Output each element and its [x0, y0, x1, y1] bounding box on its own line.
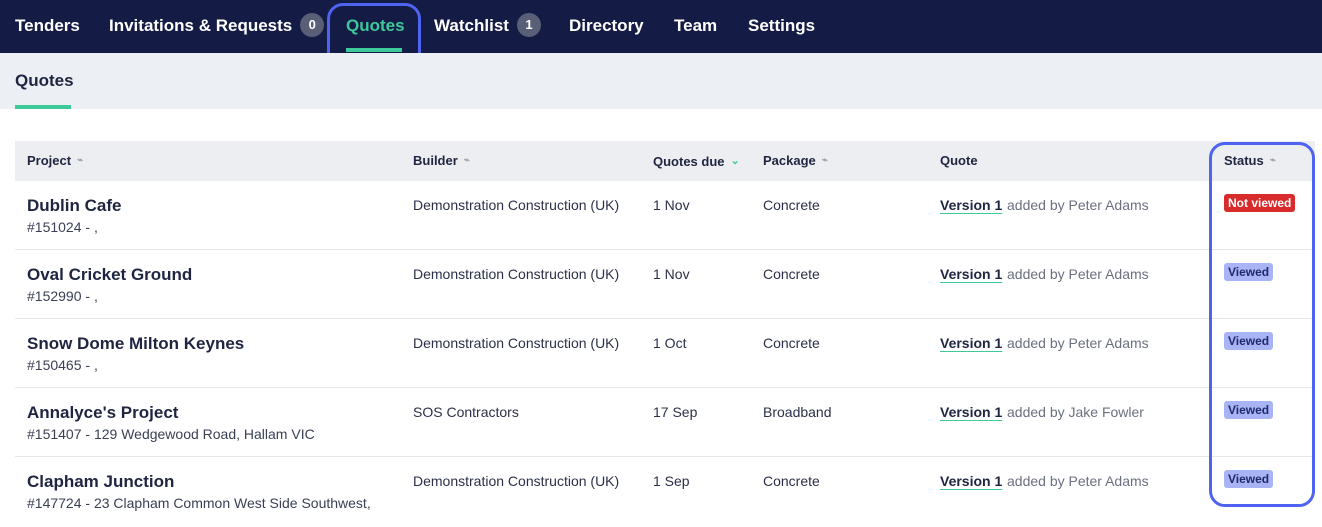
nav-settings[interactable]: Settings: [748, 0, 815, 53]
status-column-highlight: [1209, 142, 1315, 507]
sort-icon: ⌁: [463, 155, 470, 166]
quotes-due-header-label: Quotes due: [653, 154, 725, 169]
project-reference: #150465 - ,: [27, 357, 98, 373]
nav-watchlist[interactable]: Watchlist 1: [434, 0, 541, 53]
quote-version-link[interactable]: Version 1: [940, 266, 1002, 282]
column-header-builder[interactable]: Builder ⌁: [413, 141, 470, 181]
project-name[interactable]: Snow Dome Milton Keynes: [27, 334, 244, 354]
project-name[interactable]: Annalyce's Project: [27, 403, 178, 423]
quote-version-link[interactable]: Version 1: [940, 473, 1002, 489]
project-header-label: Project: [27, 153, 72, 168]
quotes-due-date: 1 Nov: [653, 197, 690, 213]
package-name: Concrete: [763, 473, 820, 489]
table-row[interactable]: Dublin Cafe #151024 - , Demonstration Co…: [15, 181, 1315, 250]
table-row[interactable]: Annalyce's Project #151407 - 129 Wedgewo…: [15, 388, 1315, 457]
builder-name: Demonstration Construction (UK): [413, 197, 620, 213]
quotes-due-date: 1 Sep: [653, 473, 690, 489]
column-header-quotes-due[interactable]: Quotes due ⌄: [653, 141, 740, 182]
project-name[interactable]: Dublin Cafe: [27, 196, 121, 216]
project-reference: #151407 - 129 Wedgewood Road, Hallam VIC: [27, 426, 315, 442]
project-reference: #147724 - 23 Clapham Common West Side So…: [27, 495, 371, 511]
table-row[interactable]: Clapham Junction #147724 - 23 Clapham Co…: [15, 457, 1315, 527]
nav-invitations-requests[interactable]: Invitations & Requests 0: [109, 0, 325, 53]
nav-tenders[interactable]: Tenders: [15, 0, 80, 53]
quotes-due-date: 17 Sep: [653, 404, 698, 420]
project-reference: #152990 - ,: [27, 288, 98, 304]
quote-added-by: added by Peter Adams: [1007, 266, 1149, 282]
quote-added-by: added by Jake Fowler: [1007, 404, 1144, 420]
nav-watchlist-label: Watchlist: [434, 16, 509, 35]
table-row[interactable]: Oval Cricket Ground #152990 - , Demonstr…: [15, 250, 1315, 319]
quote-added-by: added by Peter Adams: [1007, 335, 1149, 351]
builder-header-label: Builder: [413, 153, 458, 168]
nav-tenders-label: Tenders: [15, 16, 80, 35]
builder-name: Demonstration Construction (UK): [413, 266, 620, 282]
package-name: Concrete: [763, 197, 820, 213]
chevron-down-icon: ⌄: [730, 155, 740, 167]
nav-directory[interactable]: Directory: [569, 0, 644, 53]
column-header-project[interactable]: Project ⌁: [27, 141, 83, 181]
package-header-label: Package: [763, 153, 816, 168]
package-name: Broadband: [763, 404, 832, 420]
project-reference: #151024 - ,: [27, 219, 98, 235]
builder-name: Demonstration Construction (UK): [413, 335, 620, 351]
builder-name: Demonstration Construction (UK): [413, 473, 620, 489]
nav-invitations-label: Invitations & Requests: [109, 16, 293, 35]
column-header-quote: Quote: [940, 141, 978, 181]
quote-header-label: Quote: [940, 153, 978, 168]
quote-added-by: added by Peter Adams: [1007, 473, 1149, 489]
quotes-due-date: 1 Oct: [653, 335, 687, 351]
nav-directory-label: Directory: [569, 16, 644, 35]
column-header-package[interactable]: Package ⌁: [763, 141, 828, 181]
quote-added-by: added by Peter Adams: [1007, 197, 1149, 213]
table-header: Project ⌁ Builder ⌁ Quotes due ⌄ Package ⌁ Q…: [15, 141, 1315, 181]
subtab-active-indicator: [15, 105, 71, 109]
quote-version-link[interactable]: Version 1: [940, 335, 1002, 351]
sub-navigation: Quotes: [0, 53, 1322, 109]
sort-icon: ⌁: [821, 155, 828, 166]
nav-team[interactable]: Team: [674, 0, 717, 53]
table-row[interactable]: Snow Dome Milton Keynes #150465 - , Demo…: [15, 319, 1315, 388]
package-name: Concrete: [763, 335, 820, 351]
builder-name: SOS Contractors: [413, 404, 519, 420]
top-navigation: Tenders Invitations & Requests 0 Quotes W…: [0, 0, 1322, 53]
project-name[interactable]: Clapham Junction: [27, 472, 174, 492]
quote-version-link[interactable]: Version 1: [940, 404, 1002, 420]
watchlist-count-badge: 1: [516, 13, 541, 37]
quotes-due-date: 1 Nov: [653, 266, 690, 282]
project-name[interactable]: Oval Cricket Ground: [27, 265, 192, 285]
subtab-quotes[interactable]: Quotes: [15, 71, 74, 91]
package-name: Concrete: [763, 266, 820, 282]
invitations-count-badge: 0: [300, 13, 325, 37]
quote-version-link[interactable]: Version 1: [940, 197, 1002, 213]
sort-icon: ⌁: [77, 155, 84, 166]
nav-team-label: Team: [674, 16, 718, 35]
nav-settings-label: Settings: [748, 16, 816, 35]
